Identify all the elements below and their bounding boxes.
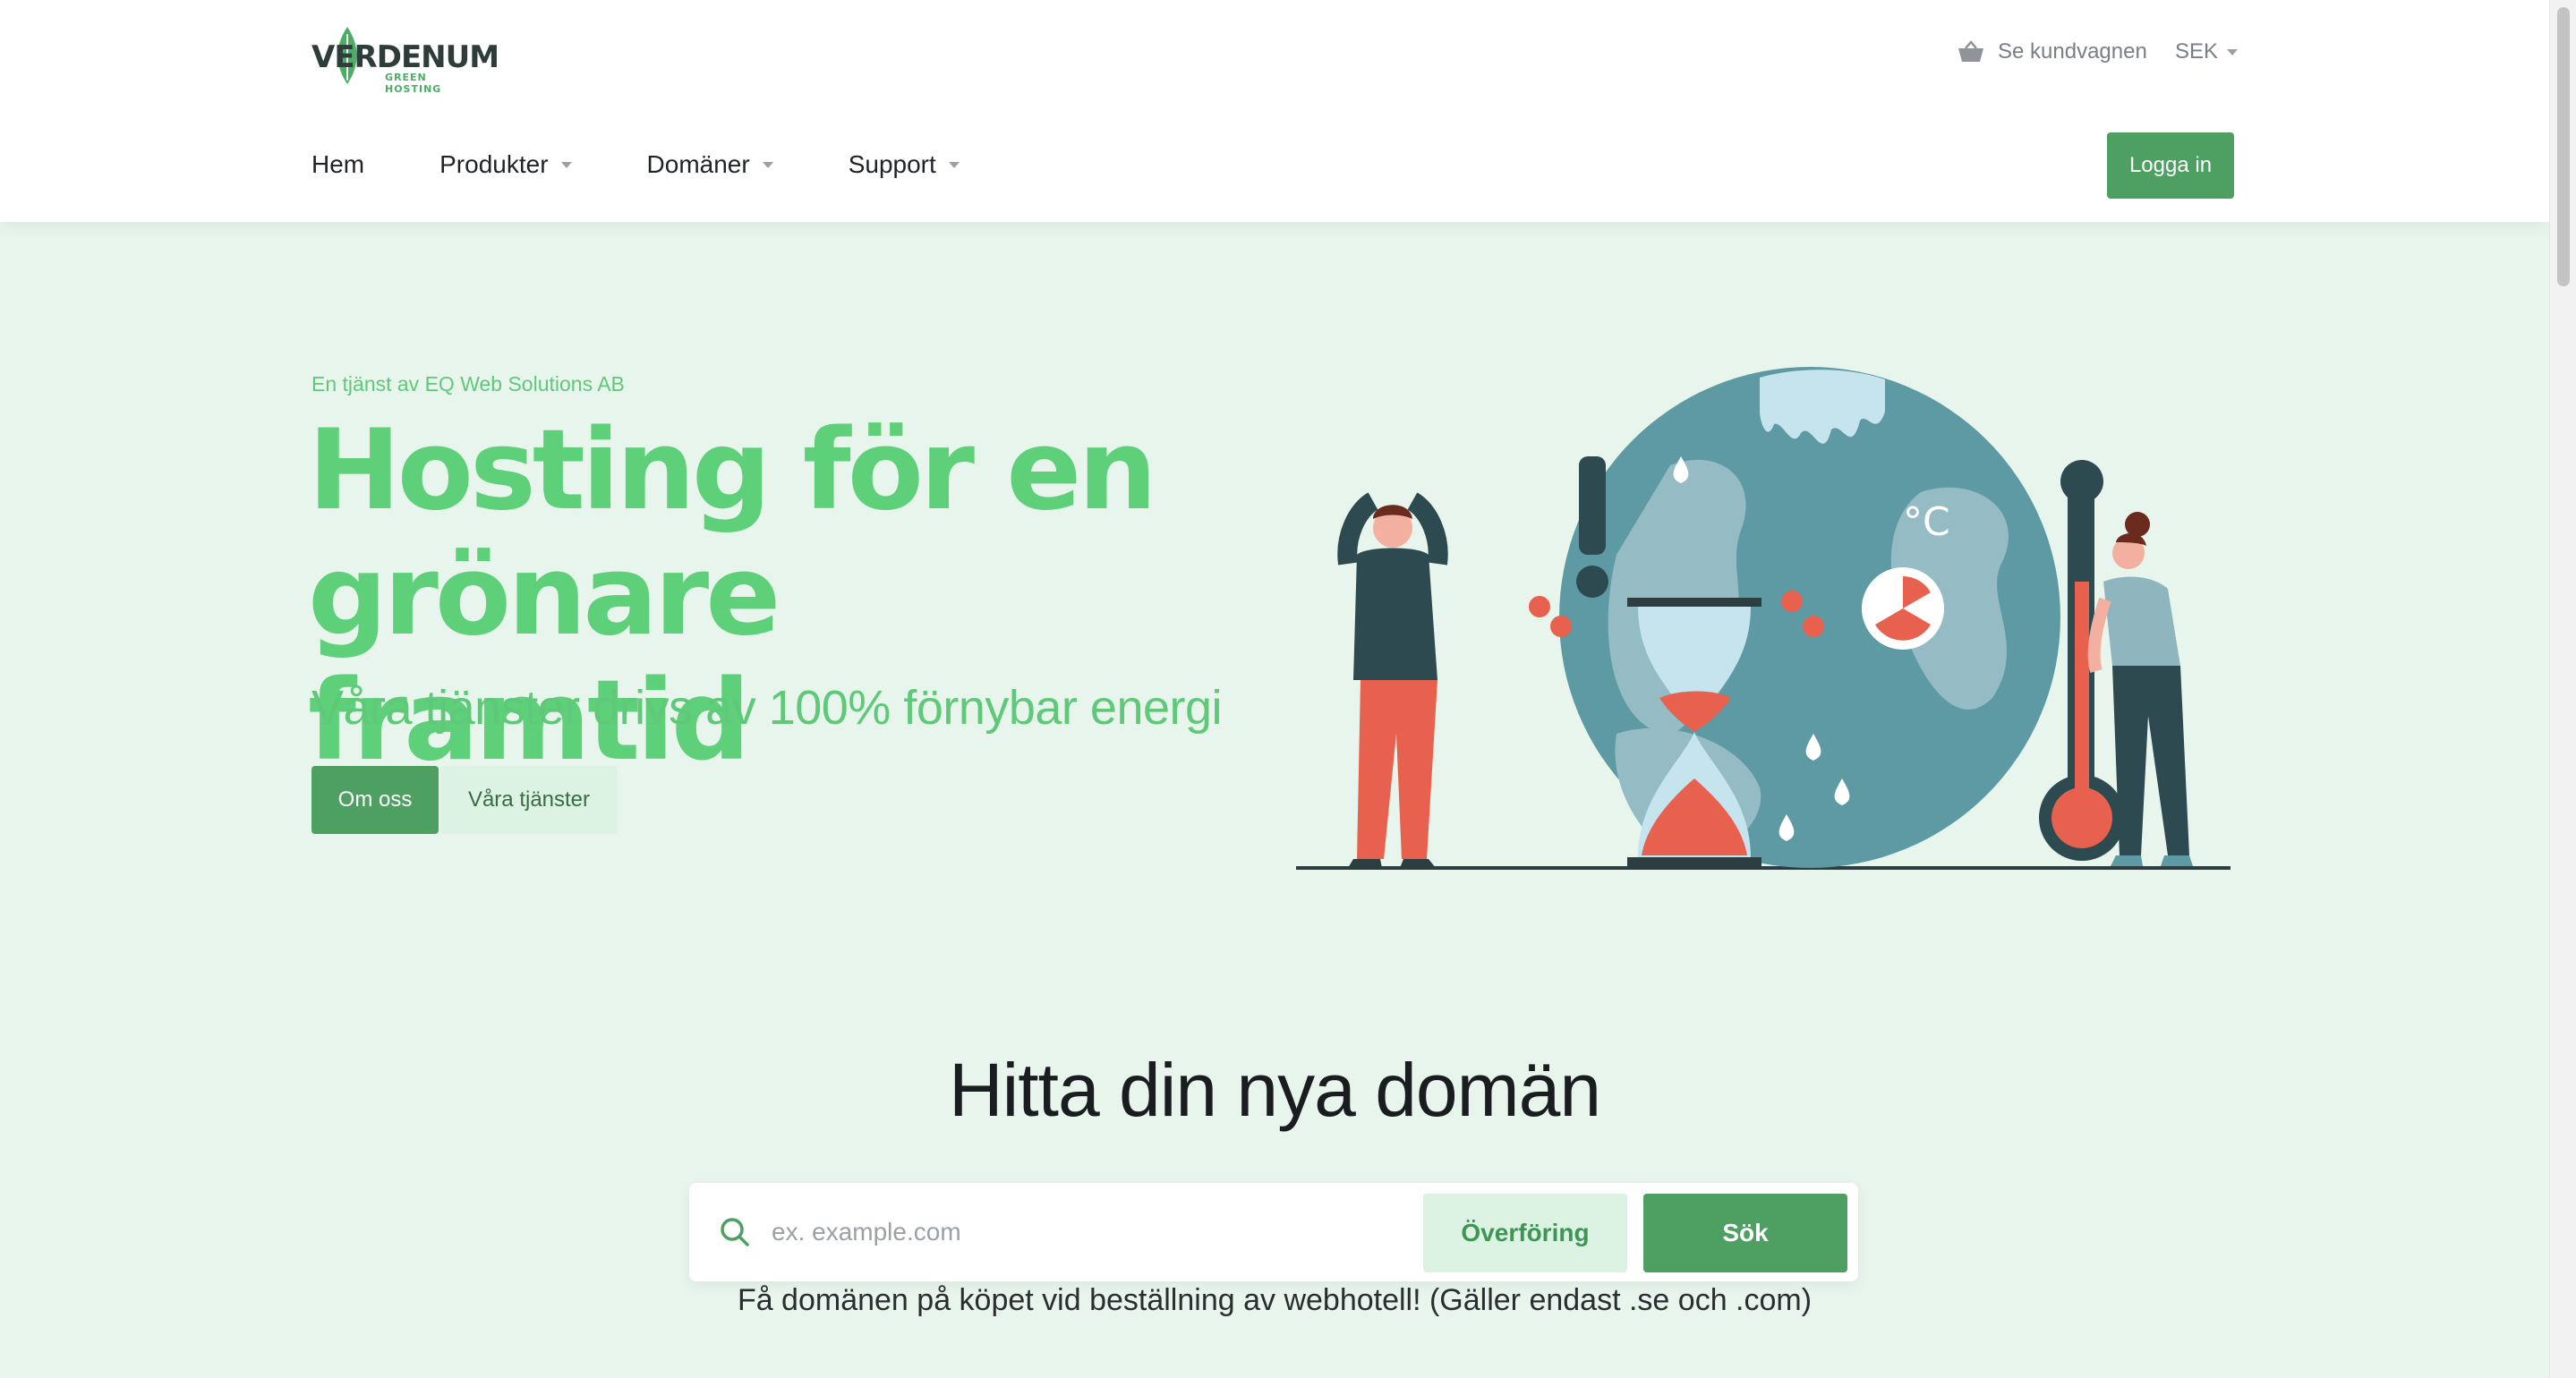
main-nav: Hem Produkter Domäner Support	[311, 147, 1035, 183]
logo-wordmark: VERDENUM	[311, 39, 499, 75]
transfer-button[interactable]: Överföring	[1423, 1194, 1627, 1272]
hero-title-line: Hosting för en	[308, 406, 1157, 535]
search-button[interactable]: Sök	[1643, 1194, 1847, 1272]
chevron-down-icon	[948, 161, 960, 168]
search-icon	[721, 1218, 749, 1246]
domain-search-bar: Överföring Sök	[689, 1183, 1858, 1281]
page-scrollbar[interactable]	[2549, 0, 2576, 1378]
scrollbar-thumb[interactable]	[2557, 7, 2570, 286]
svg-text:°C: °C	[1903, 499, 1950, 545]
climate-illustration: °C	[1296, 367, 2231, 870]
nav-item-domaner[interactable]: Domäner	[647, 150, 773, 179]
currency-label: SEK	[2175, 39, 2219, 64]
login-button[interactable]: Logga in	[2107, 132, 2234, 199]
chevron-down-icon	[2227, 48, 2239, 55]
nav-item-label: Domäner	[646, 150, 750, 178]
hero-subtitle: Våra tjänster drivs av 100% förnybar ene…	[311, 681, 1223, 735]
brand-logo[interactable]: VERDENUM GREEN HOSTING	[311, 21, 499, 95]
about-button[interactable]: Om oss	[311, 766, 439, 834]
basket-icon	[1958, 40, 1983, 62]
logo-subtext: GREEN HOSTING	[385, 72, 442, 95]
hero-title-line: grönare framtid	[308, 532, 780, 786]
domain-search-title: Hitta din nya domän	[948, 1048, 1601, 1132]
nav-item-produkter[interactable]: Produkter	[439, 150, 572, 179]
nav-item-support[interactable]: Support	[849, 150, 960, 179]
hero-tagline: En tjänst av EQ Web Solutions AB	[311, 372, 625, 396]
cart-link[interactable]: Se kundvagnen	[1957, 36, 2147, 68]
site-header: VERDENUM GREEN HOSTING Se kundvagnen SEK…	[0, 0, 2549, 222]
nav-item-label: Hem	[311, 150, 365, 178]
services-button[interactable]: Våra tjänster	[440, 766, 618, 834]
domain-offer-note: Få domänen på köpet vid beställning av w…	[737, 1283, 1813, 1317]
nav-item-label: Produkter	[439, 150, 549, 178]
chevron-down-icon	[560, 161, 572, 168]
nav-item-hem[interactable]: Hem	[311, 150, 364, 179]
domain-search-input[interactable]	[772, 1208, 1389, 1256]
nav-item-label: Support	[848, 150, 936, 178]
currency-selector[interactable]: SEK	[2175, 36, 2239, 68]
chevron-down-icon	[762, 161, 773, 168]
cart-label: Se kundvagnen	[1998, 39, 2147, 64]
